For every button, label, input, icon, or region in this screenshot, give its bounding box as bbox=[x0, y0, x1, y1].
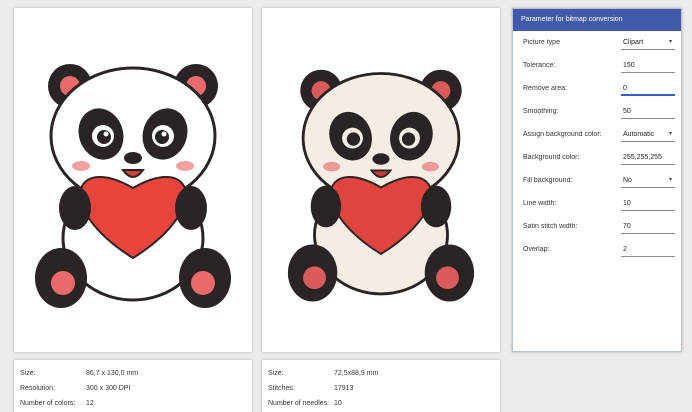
parameter-row: Fill background: No ▾ bbox=[513, 169, 681, 192]
parameter-value: 150 bbox=[623, 62, 635, 69]
parameter-row: Background color: 255,255,255 bbox=[513, 146, 681, 169]
parameter-label: Picture type bbox=[523, 39, 560, 46]
parameter-value: 2 bbox=[623, 246, 627, 253]
info-row: Size: 86,7 x 130,0 mm bbox=[14, 366, 252, 381]
embroidery-info: Size: 72,5x88,9 mm Stitches: 17913 Number of… bbox=[262, 360, 500, 412]
info-value: 72,5x88,9 mm bbox=[334, 370, 379, 377]
info-value: 17913 bbox=[334, 385, 354, 392]
panda-embroidery-preview bbox=[287, 69, 475, 302]
parameter-row: Overlap: 2 bbox=[513, 238, 681, 261]
info-label: Size: bbox=[20, 370, 36, 377]
parameter-value: 50 bbox=[623, 108, 631, 115]
parameter-input[interactable]: 50 bbox=[621, 104, 675, 119]
parameter-input[interactable]: 255,255,255 bbox=[621, 150, 675, 165]
parameter-row: Remove area: 0 bbox=[513, 77, 681, 100]
parameters-list: Picture type Clipart ▾ Tolerance: 150 Remove … bbox=[513, 31, 681, 261]
parameter-row: Smoothing: 50 bbox=[513, 100, 681, 123]
parameter-value: 70 bbox=[623, 223, 631, 230]
parameters-panel-title: Parameter for bitmap conversion bbox=[513, 9, 681, 31]
info-label: Number of needles: bbox=[268, 400, 330, 407]
chevron-down-icon[interactable]: ▾ bbox=[669, 127, 672, 142]
parameter-dropdown[interactable]: Clipart ▾ bbox=[621, 35, 675, 50]
info-label: Stitches: bbox=[268, 385, 295, 392]
panda-original-image bbox=[35, 64, 231, 308]
info-row: Size: 72,5x88,9 mm bbox=[262, 366, 500, 381]
parameter-row: Line width: 10 bbox=[513, 192, 681, 215]
info-value: 12 bbox=[86, 400, 94, 407]
parameter-input[interactable]: 150 bbox=[621, 58, 675, 73]
parameter-row: Tolerance: 150 bbox=[513, 54, 681, 77]
parameter-value: 0 bbox=[623, 85, 627, 92]
parameter-label: Fill background: bbox=[523, 177, 573, 184]
info-value: 10 bbox=[334, 400, 342, 407]
chevron-down-icon[interactable]: ▾ bbox=[669, 173, 672, 188]
parameter-label: Smoothing: bbox=[523, 108, 559, 115]
parameter-label: Assign background color: bbox=[523, 131, 602, 138]
parameter-value: Automatic bbox=[623, 131, 655, 138]
info-label: Resolution: bbox=[20, 385, 56, 392]
parameter-value: Clipart bbox=[623, 39, 644, 46]
parameter-input[interactable]: 10 bbox=[621, 196, 675, 211]
info-label: Size: bbox=[268, 370, 284, 377]
embroidery-preview-panel[interactable] bbox=[262, 8, 500, 352]
parameter-input[interactable]: 2 bbox=[621, 242, 675, 257]
parameter-label: Background color: bbox=[523, 154, 580, 161]
parameter-label: Satin stitch width: bbox=[523, 223, 578, 230]
info-value: 300 x 300 DPI bbox=[86, 385, 131, 392]
parameter-value: 10 bbox=[623, 200, 631, 207]
parameter-label: Overlap: bbox=[523, 246, 550, 253]
parameter-value: No bbox=[623, 177, 632, 184]
parameter-row: Assign background color: Automatic ▾ bbox=[513, 123, 681, 146]
info-row: Number of needles: 10 bbox=[262, 396, 500, 411]
parameter-label: Tolerance: bbox=[523, 62, 556, 69]
parameter-row: Picture type Clipart ▾ bbox=[513, 31, 681, 54]
parameter-value: 255,255,255 bbox=[623, 154, 662, 161]
info-value: 86,7 x 130,0 mm bbox=[86, 370, 139, 377]
chevron-down-icon[interactable]: ▾ bbox=[669, 35, 672, 50]
parameter-label: Line width: bbox=[523, 200, 557, 207]
info-row: Number of colors: 12 bbox=[14, 396, 252, 411]
parameter-row: Satin stitch width: 70 bbox=[513, 215, 681, 238]
parameter-input[interactable]: 70 bbox=[621, 219, 675, 234]
original-image-panel[interactable] bbox=[14, 8, 252, 352]
info-label: Number of colors: bbox=[20, 400, 76, 407]
bitmap-conversion-parameters-panel: Parameter for bitmap conversion Picture … bbox=[512, 8, 682, 352]
parameter-dropdown[interactable]: No ▾ bbox=[621, 173, 675, 188]
info-row: Stitches: 17913 bbox=[262, 381, 500, 396]
original-image-info: Size: 86,7 x 130,0 mm Resolution: 300 x 300… bbox=[14, 360, 252, 412]
parameter-input[interactable]: 0 bbox=[621, 81, 675, 96]
info-row: Resolution: 300 x 300 DPI bbox=[14, 381, 252, 396]
parameter-label: Remove area: bbox=[523, 85, 567, 92]
parameter-dropdown[interactable]: Automatic ▾ bbox=[621, 127, 675, 142]
